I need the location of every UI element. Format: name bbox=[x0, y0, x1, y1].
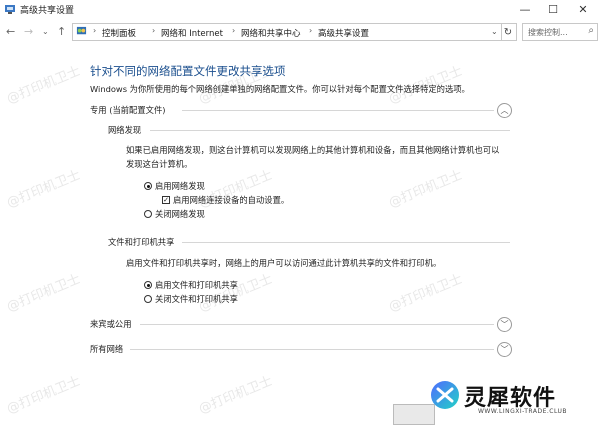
auto-setup-label: 启用网络连接设备的自动设置。 bbox=[173, 195, 290, 205]
refresh-icon: ↻ bbox=[503, 26, 513, 38]
section-divider bbox=[140, 324, 494, 325]
profile-private-label[interactable]: 专用 (当前配置文件) bbox=[90, 104, 166, 116]
breadcrumb-advanced-sharing[interactable]: 高级共享设置 bbox=[318, 27, 369, 39]
page-title: 针对不同的网络配置文件更改共享选项 bbox=[90, 64, 286, 78]
forward-arrow-icon[interactable]: → bbox=[24, 25, 33, 38]
refresh-button[interactable]: ↻ bbox=[500, 23, 517, 41]
sharing-off-option[interactable]: 关闭文件和打印机共享 bbox=[144, 293, 238, 305]
brand-url: WWW.LINGXI-TRADE.CLUB bbox=[478, 408, 568, 415]
search-placeholder: 搜索控制... bbox=[528, 28, 568, 37]
window-title: 高级共享设置 bbox=[20, 6, 75, 16]
radio-unselected[interactable] bbox=[144, 295, 152, 303]
control-panel-icon bbox=[76, 26, 87, 35]
radio-selected[interactable] bbox=[144, 281, 152, 289]
watermark-text: @打印机卫士 bbox=[4, 63, 83, 107]
address-row: ← → ⌄ ↑ › 控制面板 › 网络和 Internet › 网络和共享中心 … bbox=[0, 22, 600, 42]
radio-unselected[interactable] bbox=[144, 210, 152, 218]
breadcrumb-control-panel[interactable]: 控制面板 bbox=[102, 27, 136, 39]
brand-logo-icon bbox=[431, 381, 459, 409]
discovery-off-label: 关闭网络发现 bbox=[155, 209, 205, 219]
checkbox-checked[interactable]: ✓ bbox=[162, 196, 170, 204]
maximize-button[interactable]: ☐ bbox=[538, 0, 568, 18]
sharing-on-label: 启用文件和打印机共享 bbox=[155, 280, 238, 290]
auto-setup-option[interactable]: ✓ 启用网络连接设备的自动设置。 bbox=[162, 194, 289, 206]
title-bar: 高级共享设置 — ☐ ✕ bbox=[0, 0, 600, 18]
watermark-text: @打印机卫士 bbox=[4, 373, 83, 417]
breadcrumb-separator-icon: › bbox=[232, 26, 236, 35]
sharing-on-option[interactable]: 启用文件和打印机共享 bbox=[144, 279, 238, 291]
profile-all-label[interactable]: 所有网络 bbox=[90, 343, 123, 355]
sharing-description: 启用文件和打印机共享时，网络上的用户可以访问通过此计算机共享的文件和打印机。 bbox=[126, 258, 442, 268]
search-input[interactable]: 搜索控制... ⌕ bbox=[522, 23, 598, 41]
section-divider bbox=[182, 110, 494, 111]
breadcrumb-separator-icon: › bbox=[152, 26, 156, 35]
address-bar[interactable]: › 控制面板 › 网络和 Internet › 网络和共享中心 › 高级共享设置… bbox=[72, 23, 502, 41]
discovery-on-option[interactable]: 启用网络发现 bbox=[144, 180, 205, 192]
breadcrumb-network-sharing-center[interactable]: 网络和共享中心 bbox=[241, 27, 301, 39]
up-arrow-icon[interactable]: ↑ bbox=[57, 25, 66, 38]
address-dropdown-icon[interactable]: ⌄ bbox=[491, 27, 498, 36]
collapse-chevron-icon[interactable]: ︿ bbox=[497, 103, 512, 118]
watermark-text: @打印机卫士 bbox=[386, 271, 465, 315]
sharing-title: 文件和打印机共享 bbox=[108, 237, 175, 247]
recent-chevron-icon[interactable]: ⌄ bbox=[42, 27, 49, 36]
expand-chevron-icon[interactable]: ﹀ bbox=[497, 342, 512, 357]
subsection-divider bbox=[182, 242, 510, 243]
watermark-text: @打印机卫士 bbox=[386, 167, 465, 211]
watermark-text: @打印机卫士 bbox=[4, 271, 83, 315]
breadcrumb-network-internet[interactable]: 网络和 Internet bbox=[161, 27, 223, 39]
profile-guest-label[interactable]: 来宾或公用 bbox=[90, 318, 132, 330]
close-button[interactable]: ✕ bbox=[568, 0, 598, 18]
sharing-off-label: 关闭文件和打印机共享 bbox=[155, 294, 238, 304]
expand-chevron-icon[interactable]: ﹀ bbox=[497, 317, 512, 332]
discovery-off-option[interactable]: 关闭网络发现 bbox=[144, 208, 205, 220]
section-divider bbox=[130, 349, 494, 350]
watermark-text: @打印机卫士 bbox=[4, 167, 83, 211]
breadcrumb-separator-icon: › bbox=[309, 26, 313, 35]
network-icon bbox=[5, 5, 15, 14]
radio-selected[interactable] bbox=[144, 182, 152, 190]
save-changes-button[interactable] bbox=[393, 404, 435, 425]
minimize-button[interactable]: — bbox=[510, 0, 540, 18]
page-description: Windows 为你所使用的每个网络创建单独的网络配置文件。你可以针对每个配置文… bbox=[90, 84, 470, 94]
discovery-on-label: 启用网络发现 bbox=[155, 181, 205, 191]
back-arrow-icon[interactable]: ← bbox=[6, 25, 15, 38]
search-icon: ⌕ bbox=[588, 25, 594, 36]
brand-badge: 灵犀软件 WWW.LINGXI-TRADE.CLUB bbox=[430, 376, 596, 422]
watermark-text: @打印机卫士 bbox=[196, 271, 275, 315]
discovery-title: 网络发现 bbox=[108, 125, 142, 135]
breadcrumb-separator-icon: › bbox=[93, 26, 97, 35]
discovery-description: 如果已启用网络发现，则这台计算机可以发现网络上的其他计算机和设备，而且其他网络计… bbox=[126, 145, 500, 169]
subsection-divider bbox=[150, 130, 510, 131]
watermark-text: @打印机卫士 bbox=[196, 373, 275, 417]
